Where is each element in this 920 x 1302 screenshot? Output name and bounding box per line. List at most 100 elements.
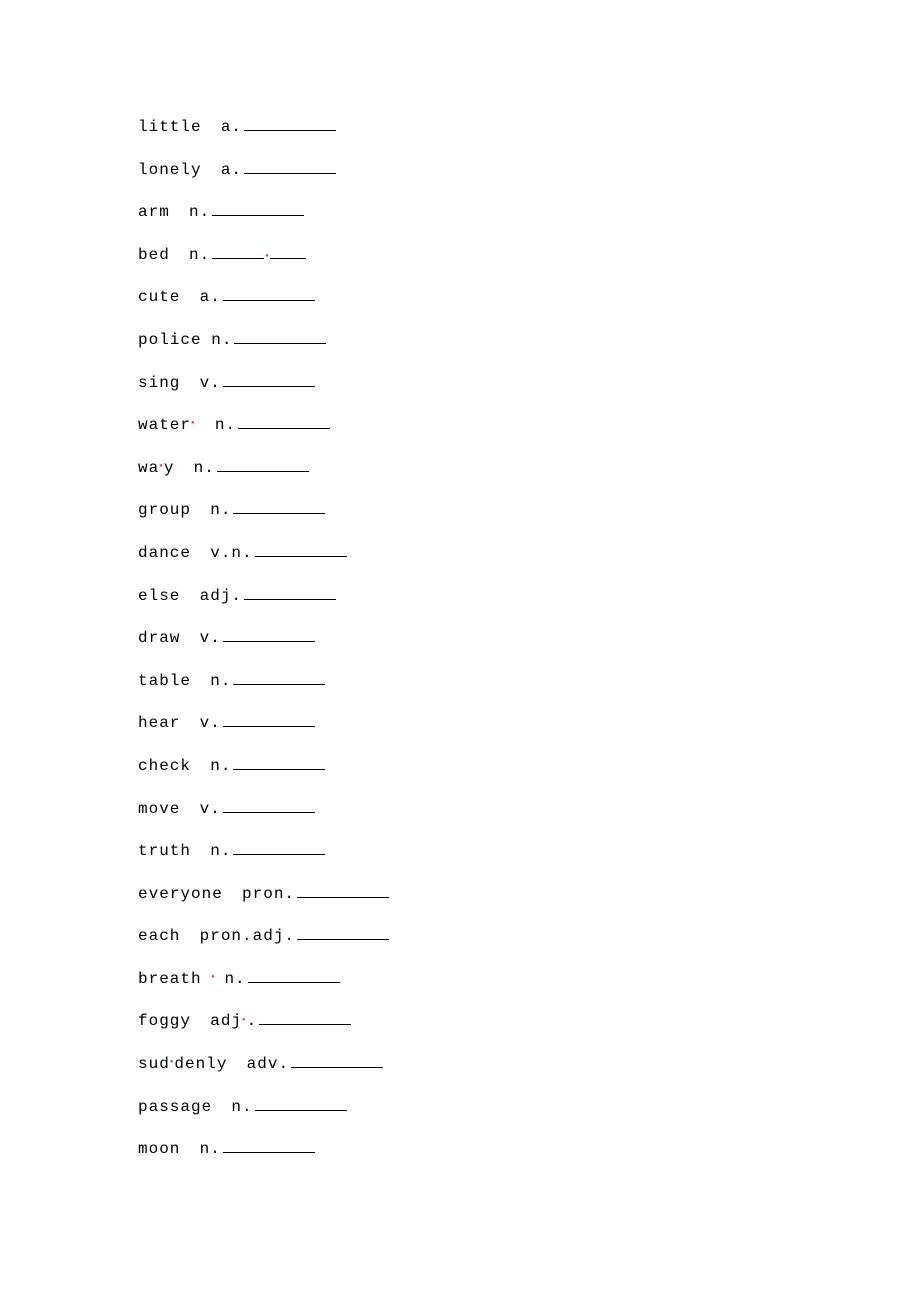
part-of-speech: v.n. <box>210 544 252 562</box>
answer-blank[interactable] <box>297 885 389 898</box>
marker-dot: ● <box>242 1016 247 1023</box>
answer-blank[interactable] <box>270 246 306 259</box>
part-of-speech: n. <box>200 1140 221 1158</box>
answer-blank[interactable] <box>244 118 336 131</box>
part-of-speech: adj●. <box>210 1012 257 1030</box>
vocab-word: hear <box>138 714 180 732</box>
vocab-row: moon n. <box>138 1140 920 1183</box>
answer-blank[interactable] <box>233 842 325 855</box>
answer-blank[interactable] <box>223 629 315 642</box>
part-of-speech: v. <box>200 800 221 818</box>
vocab-word: moon <box>138 1140 180 1158</box>
vocab-row: police n. <box>138 331 920 374</box>
answer-blank[interactable] <box>212 246 264 259</box>
vocab-word: each <box>138 927 180 945</box>
word-pos-separator <box>180 374 199 392</box>
word-pos-separator <box>227 1055 246 1073</box>
answer-blank[interactable] <box>223 800 315 813</box>
part-of-speech: n. <box>211 331 232 349</box>
answer-blank[interactable] <box>297 927 389 940</box>
vocab-row: passage n. <box>138 1098 920 1141</box>
answer-blank[interactable] <box>212 203 304 216</box>
answer-blank[interactable] <box>223 288 315 301</box>
vocab-word: dance <box>138 544 191 562</box>
word-pos-separator <box>202 331 212 349</box>
part-of-speech: n. <box>210 501 231 519</box>
answer-blank[interactable] <box>233 672 325 685</box>
vocab-row: everyone pron. <box>138 885 920 928</box>
word-pos-separator <box>180 800 199 818</box>
word-pos-separator <box>180 587 199 605</box>
answer-blank[interactable] <box>291 1055 383 1068</box>
part-of-speech: v. <box>200 629 221 647</box>
word-pos-separator <box>170 203 189 221</box>
vocab-word: lonely <box>138 161 202 179</box>
word-pos-separator <box>180 629 199 647</box>
vocab-word: truth <box>138 842 191 860</box>
answer-blank[interactable] <box>223 374 315 387</box>
part-of-speech: n. <box>215 416 236 434</box>
vocab-word: water● <box>138 416 196 434</box>
part-of-speech: n. <box>189 203 210 221</box>
vocab-word: breath <box>138 970 202 988</box>
part-of-speech: n. <box>210 672 231 690</box>
vocab-row: arm n. <box>138 203 920 246</box>
word-pos-separator <box>202 161 221 179</box>
part-of-speech: pron. <box>242 885 295 903</box>
vocab-row: group n. <box>138 501 920 544</box>
word-pos-separator <box>212 1098 231 1116</box>
vocab-word: police <box>138 331 202 349</box>
answer-blank[interactable] <box>217 459 309 472</box>
answer-blank[interactable] <box>223 714 315 727</box>
marker-dot: ● <box>170 1058 175 1065</box>
vocab-word: foggy <box>138 1012 191 1030</box>
part-of-speech: v. <box>200 714 221 732</box>
answer-blank[interactable] <box>255 1098 347 1111</box>
vocab-word: table <box>138 672 191 690</box>
word-pos-separator <box>196 416 215 434</box>
part-of-speech: n. <box>231 1098 252 1116</box>
vocab-row: hear v. <box>138 714 920 757</box>
part-of-speech: v. <box>200 374 221 392</box>
part-of-speech: adj. <box>200 587 242 605</box>
marker-dot: ● <box>211 973 215 980</box>
answer-blank[interactable] <box>244 161 336 174</box>
word-pos-separator <box>191 672 210 690</box>
answer-blank[interactable] <box>255 544 347 557</box>
vocab-row: cute a. <box>138 288 920 331</box>
vocab-row: dance v.n. <box>138 544 920 587</box>
vocab-row: water● n. <box>138 416 920 459</box>
vocab-word: move <box>138 800 180 818</box>
answer-blank[interactable] <box>238 416 330 429</box>
word-pos-separator <box>191 842 210 860</box>
word-pos-separator: ● <box>202 970 225 988</box>
vocab-word: arm <box>138 203 170 221</box>
vocab-row: else adj. <box>138 587 920 630</box>
vocab-row: truth n. <box>138 842 920 885</box>
answer-blank[interactable] <box>223 1140 315 1153</box>
vocab-row: draw v. <box>138 629 920 672</box>
vocab-row: foggy adj●. <box>138 1012 920 1055</box>
word-pos-separator <box>180 714 199 732</box>
vocab-row: each pron.adj. <box>138 927 920 970</box>
vocab-word: everyone <box>138 885 223 903</box>
word-pos-separator <box>191 544 210 562</box>
vocab-word: group <box>138 501 191 519</box>
vocab-word: sing <box>138 374 180 392</box>
part-of-speech: adv. <box>247 1055 289 1073</box>
answer-blank[interactable] <box>234 331 326 344</box>
vocab-row: sing v. <box>138 374 920 417</box>
answer-blank[interactable] <box>244 587 336 600</box>
part-of-speech: a. <box>221 161 242 179</box>
answer-blank[interactable] <box>259 1012 351 1025</box>
word-pos-separator <box>170 246 189 264</box>
vocab-row: bed n.● <box>138 246 920 289</box>
answer-blank[interactable] <box>233 501 325 514</box>
vocab-word: sud●denly <box>138 1055 227 1073</box>
vocab-word: bed <box>138 246 170 264</box>
answer-blank[interactable] <box>248 970 340 983</box>
answer-blank[interactable] <box>233 757 325 770</box>
vocab-row: move v. <box>138 800 920 843</box>
vocab-row: check n. <box>138 757 920 800</box>
part-of-speech: a. <box>221 118 242 136</box>
